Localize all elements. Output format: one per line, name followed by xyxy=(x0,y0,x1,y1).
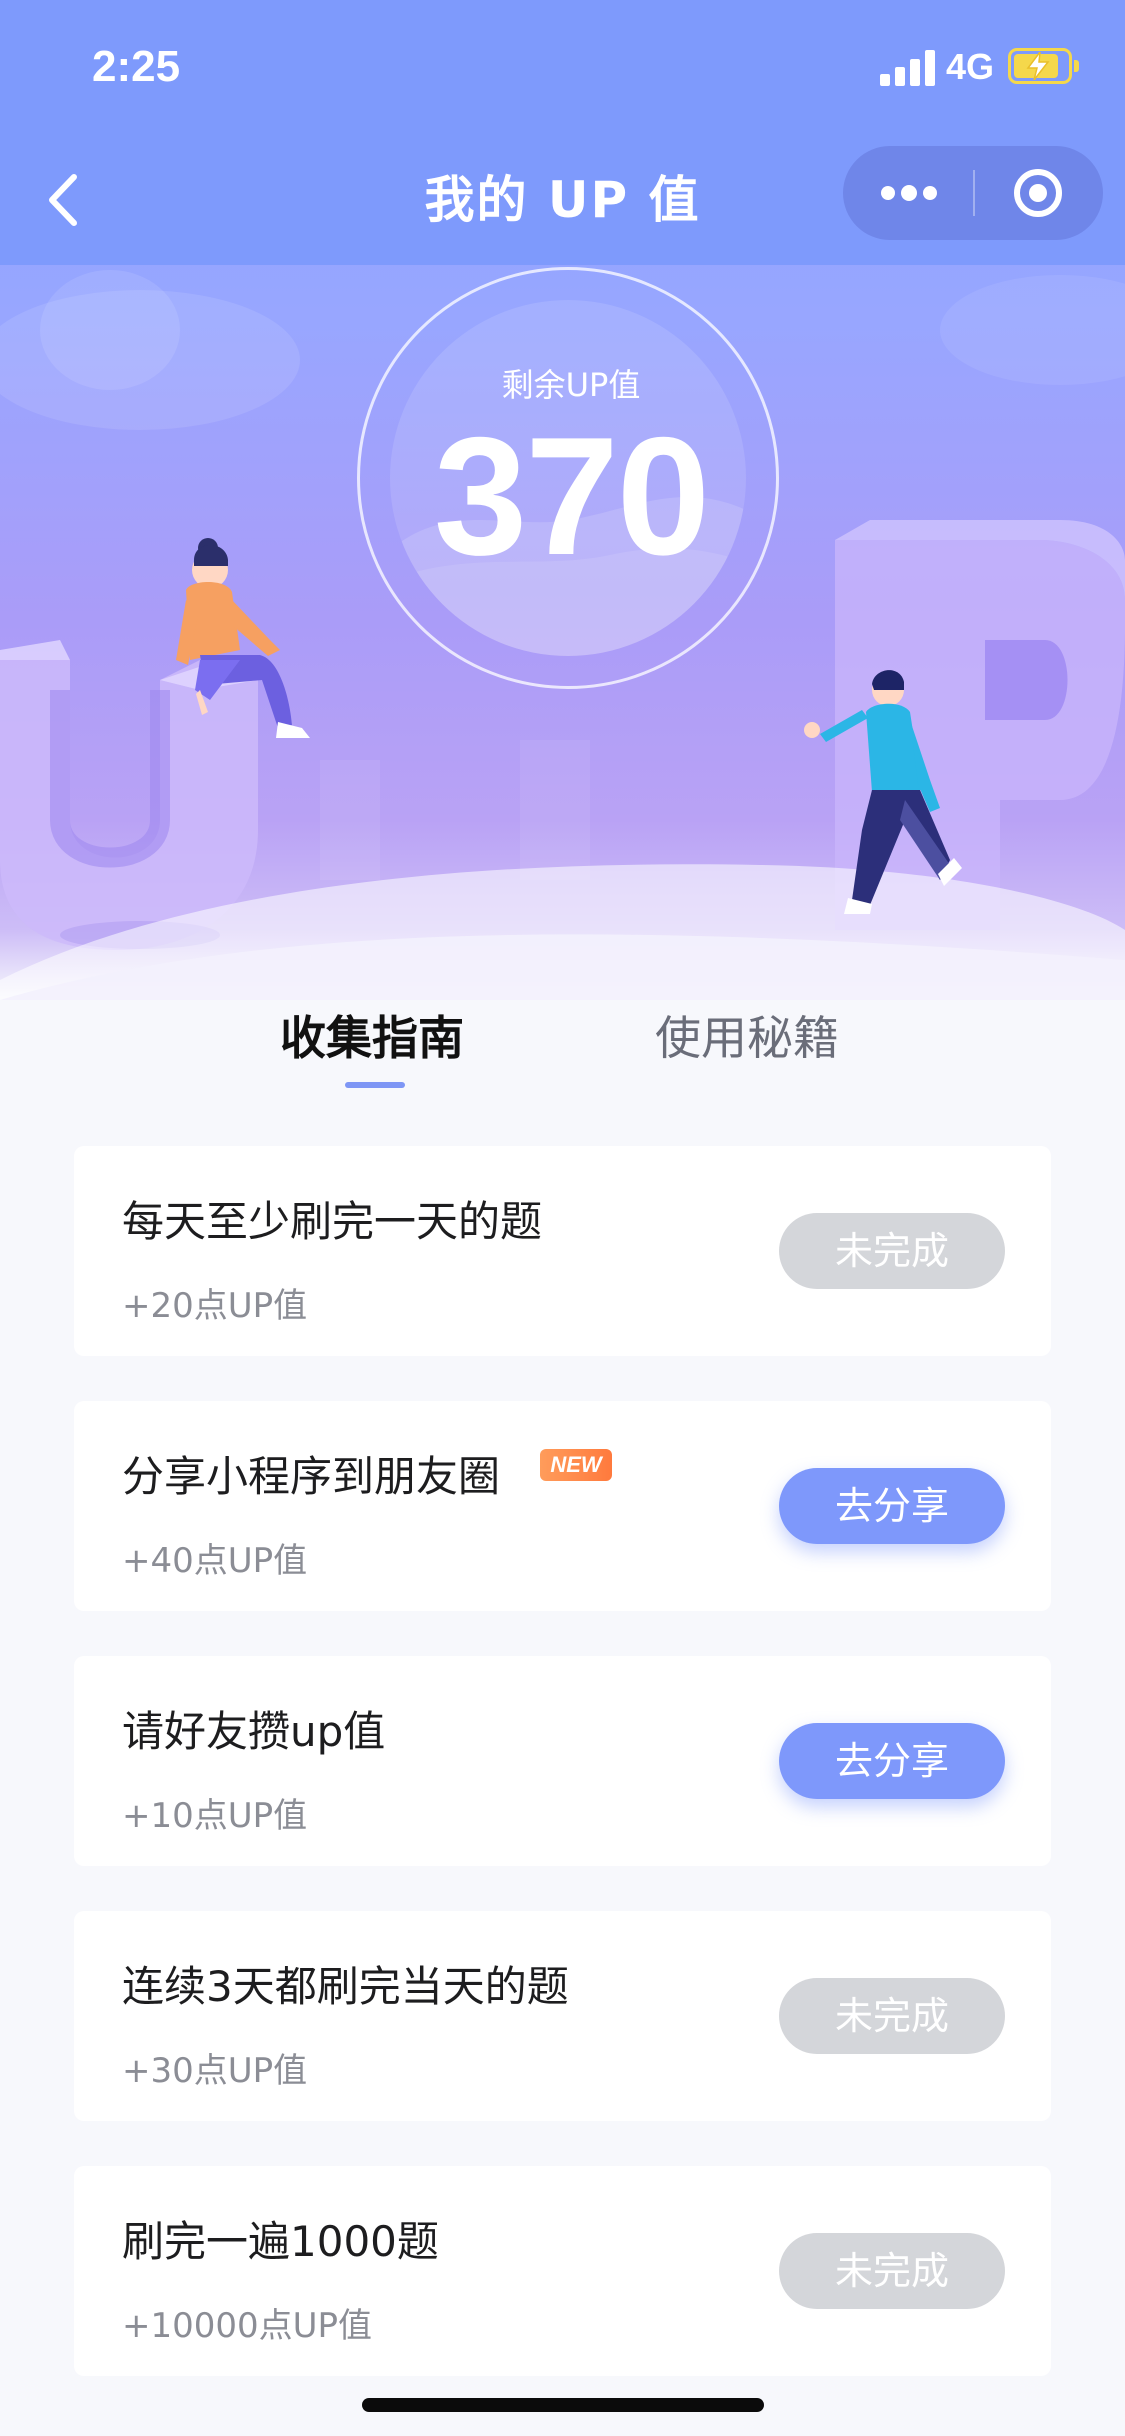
task-card: 刷完一遍1000题 +10000点UP值 未完成 xyxy=(74,2166,1051,2376)
task-reward: +40点UP值 xyxy=(122,1541,308,1581)
battery-charging-icon xyxy=(1008,48,1079,84)
hero-banner: 2:25 4G 我的 UP 值 剩余UP值 370 xyxy=(0,0,1125,1000)
close-target-icon[interactable] xyxy=(974,146,1103,240)
task-title: 连续3天都刷完当天的题 xyxy=(122,1962,569,2011)
home-indicator xyxy=(362,2398,764,2412)
task-reward: +10000点UP值 xyxy=(122,2306,373,2346)
signal-icon xyxy=(880,50,936,86)
task-card: 分享小程序到朋友圈 NEW +40点UP值 去分享 xyxy=(74,1401,1051,1611)
task-reward: +30点UP值 xyxy=(122,2051,308,2091)
share-button[interactable]: 去分享 xyxy=(779,1468,1005,1544)
tab-collect-guide[interactable]: 收集指南 xyxy=(280,1002,464,1068)
tab-indicator xyxy=(345,1082,405,1088)
score-circle: 剩余UP值 370 xyxy=(357,267,779,689)
task-title: 每天至少刷完一天的题 xyxy=(122,1197,543,1246)
task-card: 请好友攒up值 +10点UP值 去分享 xyxy=(74,1656,1051,1866)
task-card: 每天至少刷完一天的题 +20点UP值 未完成 xyxy=(74,1146,1051,1356)
task-status-button[interactable]: 未完成 xyxy=(779,1213,1005,1289)
more-dots-icon[interactable] xyxy=(843,146,973,240)
task-reward: +20点UP值 xyxy=(122,1286,308,1326)
network-type: 4G xyxy=(946,46,995,87)
task-status-button[interactable]: 未完成 xyxy=(779,2233,1005,2309)
share-button[interactable]: 去分享 xyxy=(779,1723,1005,1799)
new-badge: NEW xyxy=(540,1449,612,1481)
status-time: 2:25 xyxy=(92,42,181,91)
task-card: 连续3天都刷完当天的题 +30点UP值 未完成 xyxy=(74,1911,1051,2121)
task-title: 分享小程序到朋友圈 xyxy=(122,1452,501,1501)
score-value: 370 xyxy=(433,402,710,590)
task-reward: +10点UP值 xyxy=(122,1796,308,1836)
task-title: 刷完一遍1000题 xyxy=(122,2217,439,2266)
task-status-button[interactable]: 未完成 xyxy=(779,1978,1005,2054)
mini-program-capsule xyxy=(843,146,1103,240)
tab-usage-tips[interactable]: 使用秘籍 xyxy=(655,1002,839,1068)
task-title: 请好友攒up值 xyxy=(122,1707,386,1756)
